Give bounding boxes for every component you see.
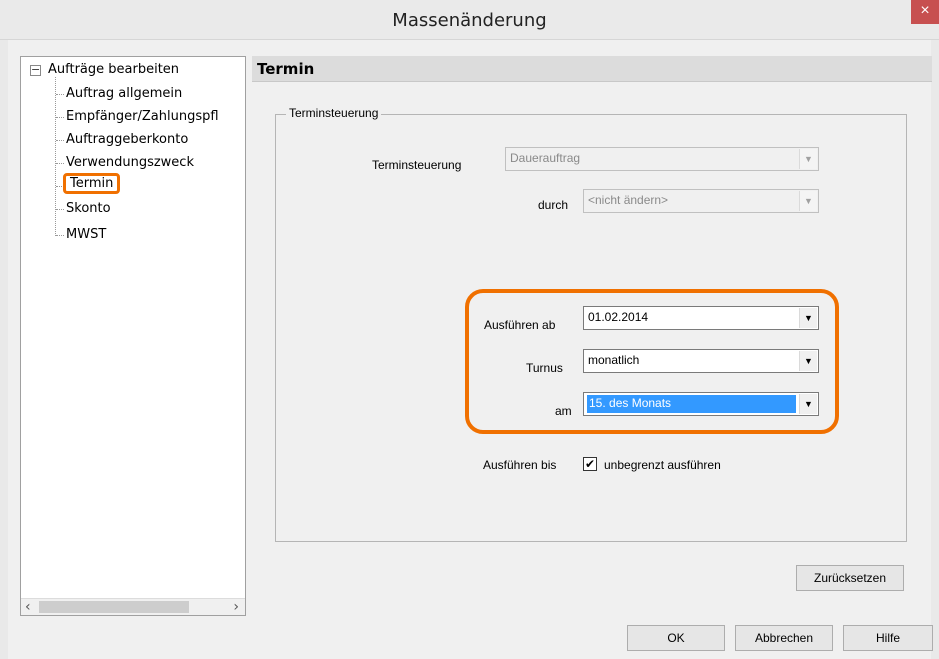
dropdown-arrow-icon: ▼ bbox=[799, 191, 817, 211]
tree-item-auftraggeberkonto[interactable]: Auftraggeberkonto bbox=[66, 132, 188, 147]
ausfuehren-ab-select[interactable]: 01.02.2014 ▼ bbox=[583, 306, 819, 330]
unbegrenzt-checkbox[interactable]: ✔ bbox=[583, 457, 597, 471]
tree-root-auftraege-bearbeiten[interactable]: Aufträge bearbeiten bbox=[48, 62, 179, 77]
title-bar: Massenänderung × bbox=[0, 0, 939, 40]
section-header: Termin bbox=[252, 56, 932, 82]
navigation-tree: − Aufträge bearbeiten Auftrag allgemein … bbox=[20, 56, 246, 616]
durch-value: <nicht ändern> bbox=[588, 193, 669, 207]
close-button[interactable]: × bbox=[911, 0, 939, 24]
turnus-value: monatlich bbox=[588, 353, 640, 367]
am-label: am bbox=[555, 404, 572, 418]
tree-item-skonto[interactable]: Skonto bbox=[66, 201, 111, 216]
terminsteuerung-label: Terminsteuerung bbox=[372, 158, 462, 172]
durch-select: <nicht ändern> ▼ bbox=[583, 189, 819, 213]
tree-item-auftrag-allgemein[interactable]: Auftrag allgemein bbox=[66, 86, 182, 101]
window-title: Massenänderung bbox=[392, 10, 547, 31]
dropdown-arrow-icon[interactable]: ▼ bbox=[799, 351, 817, 371]
scroll-right-icon[interactable]: › bbox=[233, 599, 239, 615]
tree-connector bbox=[56, 235, 64, 236]
tree-item-mwst[interactable]: MWST bbox=[66, 227, 106, 242]
tree-connector-line bbox=[55, 77, 56, 236]
turnus-label: Turnus bbox=[526, 361, 563, 375]
cancel-button[interactable]: Abbrechen bbox=[735, 625, 833, 651]
help-button[interactable]: Hilfe bbox=[843, 625, 933, 651]
section-title: Termin bbox=[257, 60, 315, 78]
tree-item-termin[interactable]: Termin bbox=[63, 173, 121, 194]
durch-label: durch bbox=[538, 198, 569, 212]
reset-button[interactable]: Zurücksetzen bbox=[796, 565, 904, 591]
scrollbar-thumb[interactable] bbox=[39, 601, 189, 613]
tree-connector bbox=[56, 163, 64, 164]
tree-item-empfaenger[interactable]: Empfänger/Zahlungspfl bbox=[66, 109, 219, 124]
dropdown-arrow-icon[interactable]: ▼ bbox=[799, 308, 817, 328]
terminsteuerung-select: Dauerauftrag ▼ bbox=[505, 147, 819, 171]
am-value: 15. des Monats bbox=[587, 395, 796, 413]
tree-connector bbox=[56, 117, 64, 118]
window-frame-right bbox=[931, 40, 939, 659]
dropdown-arrow-icon: ▼ bbox=[799, 149, 817, 169]
am-select[interactable]: 15. des Monats ▼ bbox=[583, 392, 819, 416]
tree-connector bbox=[56, 209, 64, 210]
terminsteuerung-value: Dauerauftrag bbox=[510, 151, 581, 165]
turnus-select[interactable]: monatlich ▼ bbox=[583, 349, 819, 373]
ausfuehren-ab-value: 01.02.2014 bbox=[588, 310, 649, 324]
collapse-icon[interactable]: − bbox=[30, 64, 41, 76]
dropdown-arrow-icon[interactable]: ▼ bbox=[799, 394, 817, 414]
tree-item-verwendungszweck[interactable]: Verwendungszweck bbox=[66, 155, 194, 170]
window-frame-left bbox=[0, 40, 8, 659]
tree-horizontal-scrollbar[interactable]: ‹ › bbox=[21, 598, 245, 615]
unbegrenzt-label[interactable]: unbegrenzt ausführen bbox=[604, 458, 721, 472]
scroll-left-icon[interactable]: ‹ bbox=[25, 599, 31, 615]
dialog-window: Massenänderung × − Aufträge bearbeiten A… bbox=[0, 0, 939, 659]
ok-button[interactable]: OK bbox=[627, 625, 725, 651]
groupbox-legend: Terminsteuerung bbox=[286, 106, 382, 120]
ausfuehren-bis-label: Ausführen bis bbox=[483, 458, 557, 472]
ausfuehren-ab-label: Ausführen ab bbox=[484, 318, 556, 332]
tree-connector bbox=[56, 94, 64, 95]
tree-connector bbox=[56, 140, 64, 141]
